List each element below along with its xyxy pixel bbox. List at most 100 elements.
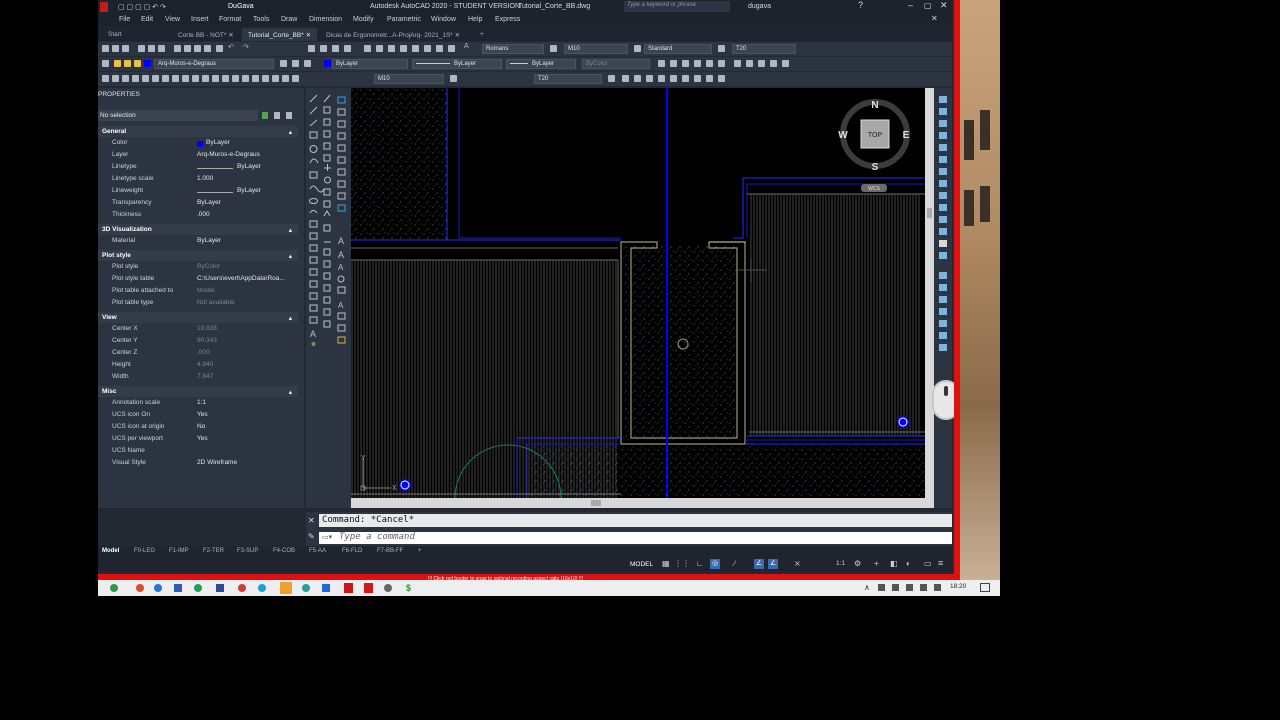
- workspace-switcher[interactable]: DuGava: [228, 3, 254, 10]
- gear-icon[interactable]: ⚙: [854, 559, 861, 568]
- section-plot-style[interactable]: Plot style ▴: [98, 250, 298, 261]
- mtext-icon[interactable]: [718, 60, 725, 67]
- dim-break-icon[interactable]: [222, 75, 229, 82]
- redo-icon[interactable]: ↷: [243, 43, 250, 51]
- group-icon[interactable]: [770, 60, 777, 67]
- selection-dropdown[interactable]: No selection: [98, 110, 258, 121]
- preview-icon[interactable]: [148, 45, 155, 52]
- tab-tutorial-corte-bb[interactable]: Tutorial_Corte_BB* ✕: [242, 28, 318, 41]
- tab-layout-f3[interactable]: F3-SUP: [237, 548, 258, 554]
- prop-row[interactable]: UCS Name: [98, 446, 298, 458]
- tray-icon[interactable]: [892, 584, 899, 591]
- publish-icon[interactable]: [158, 45, 165, 52]
- dimtedit-icon[interactable]: [282, 75, 289, 82]
- isodraft-icon[interactable]: ∕: [734, 559, 735, 568]
- draw-modify-icons[interactable]: A A A A A: [306, 92, 352, 352]
- horizontal-scroll-thumb[interactable]: [591, 500, 601, 506]
- mleader-style-icon[interactable]: [718, 45, 725, 52]
- menu-format[interactable]: Format: [219, 16, 241, 23]
- text-height-dropdown[interactable]: T20: [534, 74, 602, 84]
- customize-command-icon[interactable]: ✎: [308, 532, 315, 541]
- text-style-icon[interactable]: A: [464, 43, 471, 50]
- recording-border-right[interactable]: [954, 0, 960, 580]
- app-icon[interactable]: [322, 584, 330, 592]
- open-icon[interactable]: [112, 45, 119, 52]
- close-command-icon[interactable]: ✕: [308, 516, 315, 525]
- text-edit-icon[interactable]: [608, 75, 615, 82]
- model-space-button[interactable]: MODEL: [630, 561, 653, 568]
- zoom-window-icon[interactable]: [332, 45, 339, 52]
- table-icon[interactable]: [706, 60, 713, 67]
- match-icon[interactable]: [204, 45, 211, 52]
- properties-icon[interactable]: [364, 45, 371, 52]
- plus-icon[interactable]: +: [874, 559, 879, 568]
- prop-row[interactable]: Lineweight ByLayer: [98, 186, 298, 198]
- ortho-icon[interactable]: ∟: [696, 559, 704, 568]
- column-hatch[interactable]: [623, 244, 735, 440]
- menu-draw[interactable]: Draw: [281, 16, 297, 23]
- paste-icon[interactable]: [194, 45, 201, 52]
- menu-window[interactable]: Window: [431, 16, 456, 23]
- jogged-dim-icon[interactable]: [152, 75, 159, 82]
- dimedit-icon[interactable]: [272, 75, 279, 82]
- clean-screen-icon[interactable]: ▭: [924, 559, 932, 568]
- layer-on-icon[interactable]: [114, 60, 121, 67]
- tab-layout-f1[interactable]: F1-IMP: [169, 548, 189, 554]
- select-objects-icon[interactable]: [274, 112, 280, 119]
- viewcube-top-face[interactable]: TOP: [868, 132, 883, 139]
- linetype-dropdown[interactable]: ByLayer: [412, 59, 502, 69]
- prop-row[interactable]: Layer Arq-Muros-e-Degraus: [98, 150, 298, 162]
- wall-hatch-right[interactable]: [749, 194, 921, 436]
- mleader-style-dropdown[interactable]: T20: [732, 44, 796, 54]
- new-tab-button[interactable]: +: [474, 28, 490, 41]
- app-icon[interactable]: [302, 584, 310, 592]
- ungroup-icon[interactable]: [782, 60, 789, 67]
- collapse-3d-icon[interactable]: ▴: [289, 226, 292, 234]
- drawing-canvas[interactable]: Y X TOP N S E W WCS: [351, 88, 934, 508]
- maximize-icon[interactable]: ▢: [924, 1, 932, 10]
- calculator-icon[interactable]: [424, 45, 431, 52]
- section-general[interactable]: General ▴: [98, 126, 298, 137]
- osnap-icon[interactable]: ∠: [754, 559, 764, 569]
- prop-row[interactable]: UCS icon On Yes: [98, 410, 298, 422]
- dim-override-icon[interactable]: [450, 75, 457, 82]
- app-icon[interactable]: $: [406, 583, 411, 593]
- help-toolbar-icon[interactable]: [436, 45, 443, 52]
- tab-layout-f5[interactable]: F5-AA: [309, 548, 326, 554]
- section-misc[interactable]: Misc ▴: [98, 386, 298, 397]
- app-icon[interactable]: [238, 584, 246, 592]
- layer-dropdown[interactable]: Arq-Muros-e-Degraus: [154, 59, 274, 69]
- pan-icon[interactable]: [308, 45, 315, 52]
- save-icon[interactable]: [122, 45, 129, 52]
- tray-icon[interactable]: [878, 584, 885, 591]
- prop-row[interactable]: Center Y 90.343: [98, 336, 298, 348]
- layer-properties-icon[interactable]: [102, 60, 109, 67]
- tool-palettes-icon[interactable]: [388, 45, 395, 52]
- text-style-dropdown[interactable]: Romans: [482, 44, 544, 54]
- plot-icon[interactable]: [138, 45, 145, 52]
- wcs-label[interactable]: WCS: [868, 186, 880, 192]
- layer-freeze-icon[interactable]: [124, 60, 131, 67]
- annotation-scale[interactable]: 1:1: [836, 560, 845, 567]
- layer-lock-icon[interactable]: [134, 60, 141, 67]
- outlook-icon[interactable]: [174, 584, 182, 592]
- color-dropdown[interactable]: ByLayer: [332, 59, 408, 69]
- layer-previous-icon[interactable]: [292, 60, 299, 67]
- menu-edit[interactable]: Edit: [141, 16, 153, 23]
- prop-row[interactable]: Plot style ByColor: [98, 262, 298, 274]
- pdf-icon[interactable]: [364, 583, 373, 593]
- arrange-icon[interactable]: [746, 60, 753, 67]
- angular-dim-icon[interactable]: [172, 75, 179, 82]
- diameter-dim-icon[interactable]: [162, 75, 169, 82]
- minimize-icon[interactable]: –: [908, 0, 913, 10]
- quick-select-icon[interactable]: [286, 112, 292, 119]
- tolerance-icon[interactable]: [232, 75, 239, 82]
- linear-dim-icon[interactable]: [102, 75, 109, 82]
- active-app-icon[interactable]: [280, 582, 292, 594]
- chrome-icon[interactable]: [110, 584, 118, 592]
- otrack-icon[interactable]: ∠: [768, 559, 778, 569]
- horizontal-scrollbar[interactable]: [351, 498, 934, 508]
- collapse-misc-icon[interactable]: ▴: [289, 388, 292, 396]
- snap-icon[interactable]: ⋮⋮: [674, 559, 690, 568]
- prop-row[interactable]: Transparency ByLayer: [98, 198, 298, 210]
